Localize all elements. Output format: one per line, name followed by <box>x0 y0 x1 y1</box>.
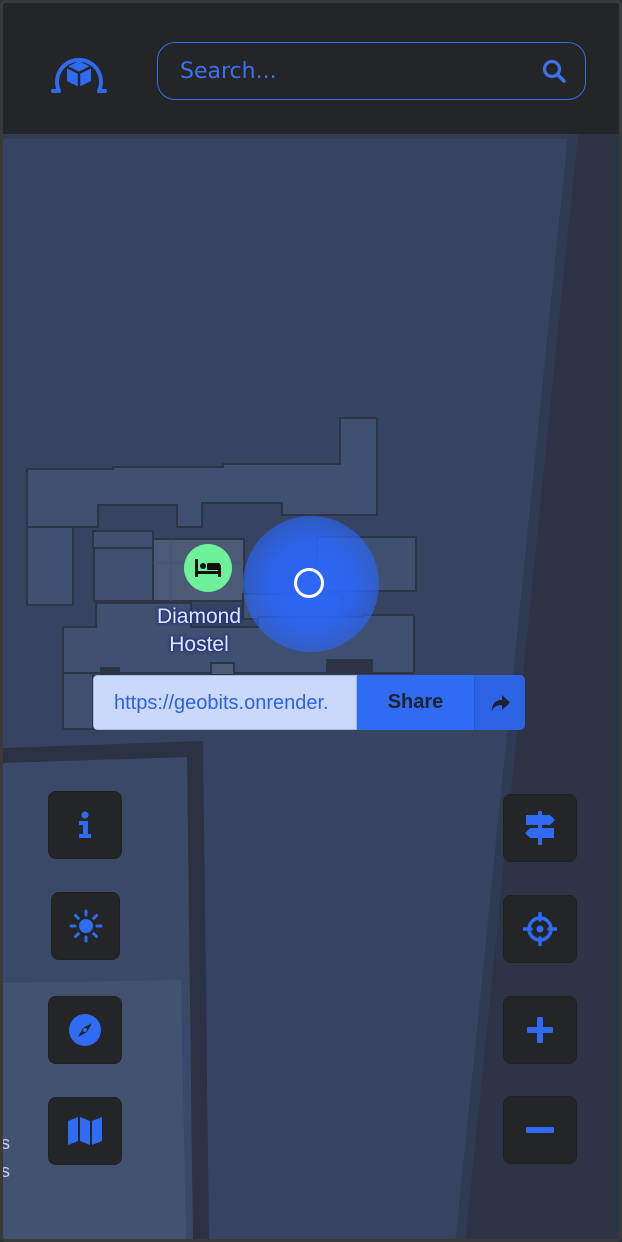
map-icon <box>68 1117 102 1145</box>
map-layers-button[interactable] <box>49 1098 121 1164</box>
share-button[interactable]: Share <box>357 675 474 730</box>
header <box>3 3 619 134</box>
svg-text:s: s <box>3 1133 10 1153</box>
zoom-in-icon <box>527 1017 553 1043</box>
search-box[interactable] <box>157 42 586 100</box>
bed-icon <box>195 559 221 577</box>
brightness-icon <box>69 909 102 943</box>
compass-button[interactable] <box>49 997 121 1063</box>
app-logo-icon[interactable] <box>49 47 109 97</box>
current-location-marker[interactable] <box>294 568 324 598</box>
search-icon[interactable] <box>541 58 567 84</box>
theme-toggle-button[interactable] <box>52 893 119 959</box>
locate-me-button[interactable] <box>504 896 576 962</box>
compass-icon <box>69 1014 101 1046</box>
poi-label-line1: Diamond <box>156 605 242 628</box>
info-button[interactable] <box>49 792 121 858</box>
poi-label-line2: Hostel <box>169 633 229 656</box>
share-bar: https://geobits.onrender. Share <box>93 675 525 730</box>
zoom-out-button[interactable] <box>504 1097 576 1163</box>
locate-icon <box>523 912 557 946</box>
svg-text:s: s <box>3 1161 10 1181</box>
zoom-out-icon <box>526 1127 554 1133</box>
poi-label[interactable]: Diamond Hostel <box>139 603 259 659</box>
share-url-field[interactable]: https://geobits.onrender. <box>93 675 357 730</box>
poi-marker[interactable] <box>184 544 232 592</box>
search-input[interactable] <box>180 55 520 87</box>
info-icon <box>79 811 91 838</box>
directions-button[interactable] <box>504 795 576 861</box>
signpost-icon <box>525 811 555 845</box>
share-arrow-button[interactable] <box>474 675 525 730</box>
share-arrow-icon <box>492 694 510 711</box>
zoom-in-button[interactable] <box>504 997 576 1063</box>
app-window: s s Diamond Hostel https://geobits.onren… <box>0 0 622 1242</box>
